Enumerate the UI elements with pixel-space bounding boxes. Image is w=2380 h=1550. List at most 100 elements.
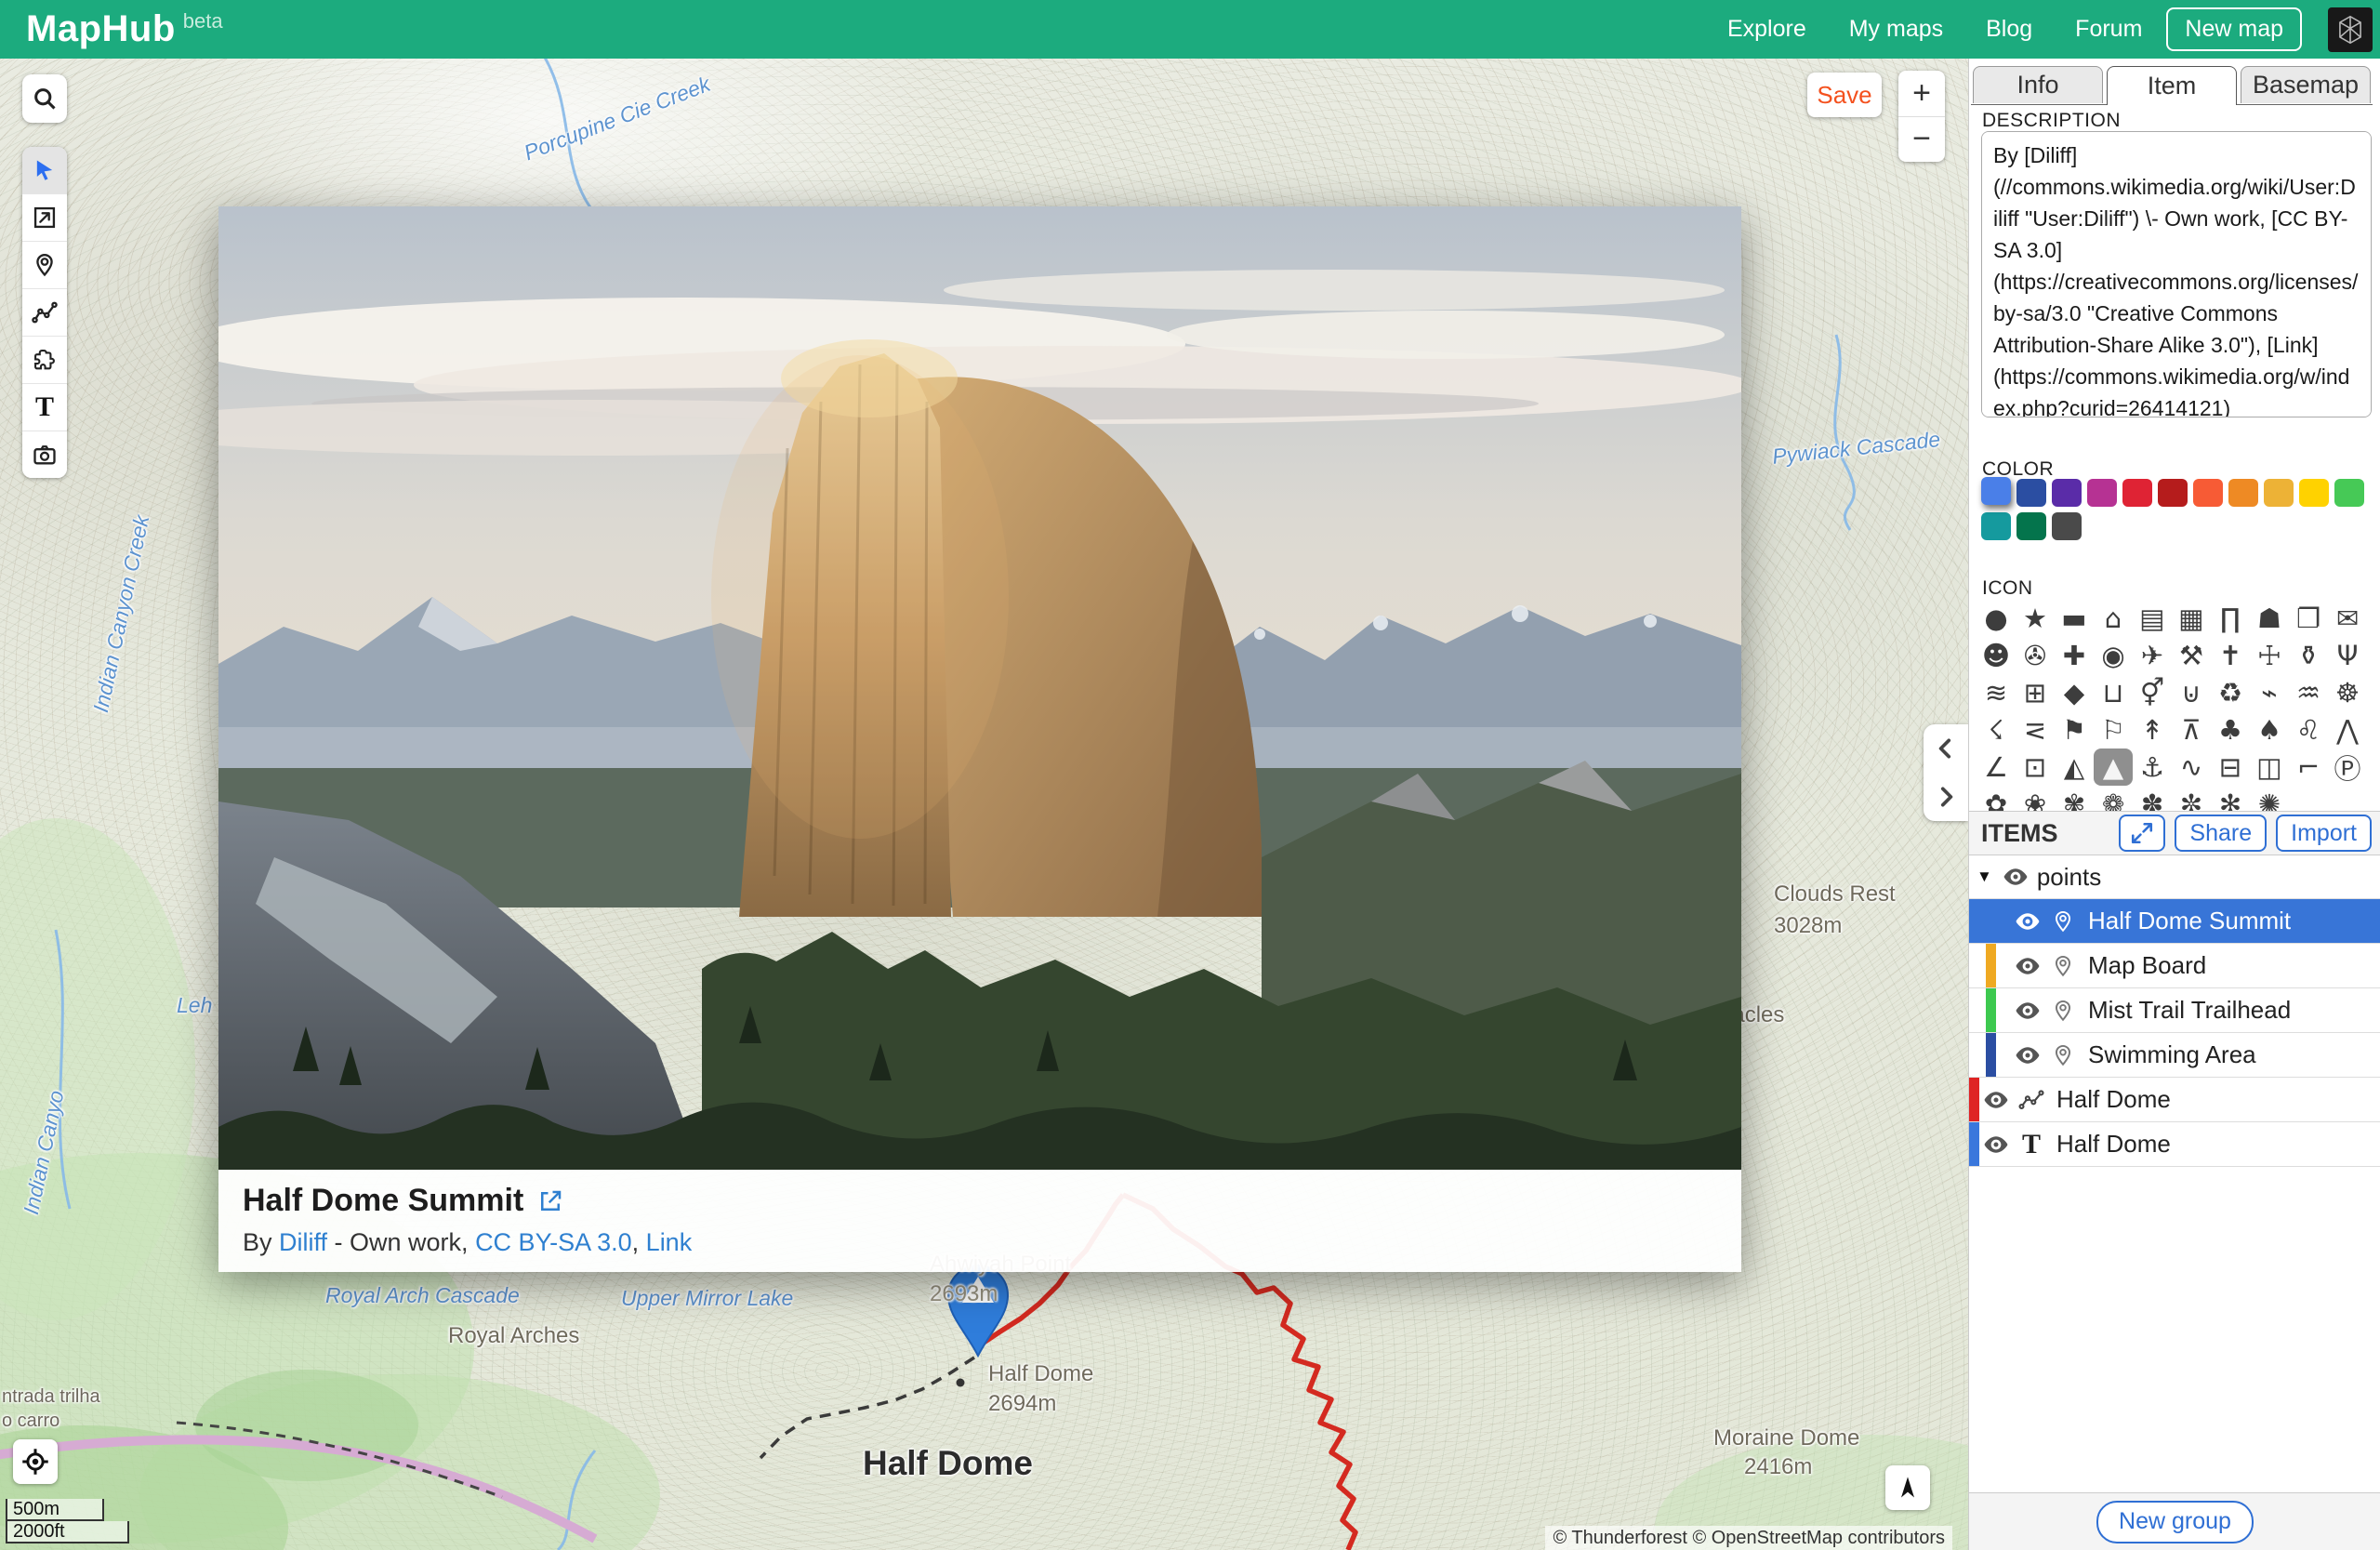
new-map-button[interactable]: New map xyxy=(2166,7,2302,51)
icon-swimming[interactable]: ♒ xyxy=(2289,674,2328,711)
item-row-half-dome-line[interactable]: Half Dome xyxy=(1969,1078,2380,1122)
collapse-right-button[interactable] xyxy=(1924,773,1968,821)
icon-zoo[interactable]: ♌ xyxy=(2289,711,2328,749)
icon-airport[interactable]: ✈ xyxy=(2133,637,2172,674)
app-logo[interactable]: MapHub xyxy=(26,8,176,50)
icon-home[interactable]: ⌂ xyxy=(2094,600,2133,637)
icon-hotel[interactable]: ▬ xyxy=(2055,600,2094,637)
visibility-eye-icon[interactable] xyxy=(2014,952,2042,980)
color-swatch-amber[interactable] xyxy=(2264,479,2294,507)
visibility-eye-icon[interactable] xyxy=(1982,1086,2010,1114)
color-swatch-orange[interactable] xyxy=(2228,479,2258,507)
color-swatch-purple[interactable] xyxy=(2052,479,2082,507)
icon-drinking-water[interactable]: ⊔ xyxy=(2094,674,2133,711)
tool-polygon[interactable] xyxy=(22,337,67,384)
icon-bank[interactable]: ∏ xyxy=(2211,600,2250,637)
color-swatch-navy[interactable] xyxy=(2016,479,2046,507)
icon-mountain[interactable]: ◭ xyxy=(2055,749,2094,786)
item-row-half-dome-text[interactable]: T Half Dome xyxy=(1969,1122,2380,1167)
tool-box-select[interactable] xyxy=(22,194,67,242)
photo-popup[interactable]: Half Dome Summit By Diliff - Own work, C… xyxy=(218,206,1741,1272)
icon-windsock[interactable]: ⚐ xyxy=(2094,711,2133,749)
new-group-button[interactable]: New group xyxy=(2096,1500,2254,1543)
half-dome-summit-marker[interactable] xyxy=(946,1265,1010,1358)
icon-fast-food[interactable]: ≋ xyxy=(1977,674,2016,711)
icon-golf[interactable]: ⚑ xyxy=(2055,711,2094,749)
icon-car[interactable]: ◫ xyxy=(2250,749,2289,786)
item-row-map-board-point[interactable]: Map Board xyxy=(1969,944,2380,988)
visibility-eye-icon[interactable] xyxy=(1982,1131,2010,1159)
author-link[interactable]: Diliff xyxy=(279,1228,327,1256)
icon-parking[interactable]: Ⓟ xyxy=(2328,749,2367,786)
zoom-out-button[interactable]: − xyxy=(1898,117,1945,163)
visibility-eye-icon[interactable] xyxy=(2014,907,2042,935)
tool-text[interactable]: T xyxy=(22,384,67,431)
icon-skiing[interactable]: ⋜ xyxy=(2016,711,2055,749)
geolocate-button[interactable] xyxy=(13,1439,58,1484)
icon-clipped-2[interactable]: ❀ xyxy=(2016,786,2055,811)
icon-star[interactable]: ★ xyxy=(2016,600,2055,637)
zoom-in-button[interactable]: + xyxy=(1898,71,1945,117)
nav-link-blog[interactable]: Blog xyxy=(1986,16,2032,43)
icon-hiking[interactable]: ↟ xyxy=(2133,711,2172,749)
color-swatch-red[interactable] xyxy=(2122,479,2152,507)
tab-basemap[interactable]: Basemap xyxy=(2241,66,2371,103)
user-avatar[interactable] xyxy=(2328,7,2373,52)
source-link[interactable]: Link xyxy=(646,1228,693,1256)
icon-clipped-6[interactable]: ✼ xyxy=(2172,786,2211,811)
icon-gift[interactable]: ⊟ xyxy=(2211,749,2250,786)
save-button[interactable]: Save xyxy=(1807,73,1882,117)
icon-tourism[interactable]: ☗ xyxy=(2250,600,2289,637)
icon-place-of-worship[interactable]: ☩ xyxy=(2250,637,2289,674)
map-canvas[interactable]: Porcupine Cie Creek Pywiack Cascade Clouds… xyxy=(0,59,1968,1550)
icon-mail[interactable]: ✉ xyxy=(2328,600,2367,637)
import-button[interactable]: Import xyxy=(2276,815,2372,852)
icon-fuel[interactable]: ⌐ xyxy=(2289,749,2328,786)
license-link[interactable]: CC BY-SA 3.0 xyxy=(475,1228,632,1256)
icon-clipped-5[interactable]: ✽ xyxy=(2133,786,2172,811)
icon-shopping-cart[interactable]: ⊞ xyxy=(2016,674,2055,711)
icon-bar[interactable]: ⚱ xyxy=(2289,637,2328,674)
icon-waste-basket[interactable]: ⊍ xyxy=(2172,674,2211,711)
icon-tree[interactable]: ♣ xyxy=(2211,711,2250,749)
item-row-mist-trail-trailhead-point[interactable]: Mist Trail Trailhead xyxy=(1969,988,2380,1033)
expand-items-button[interactable] xyxy=(2119,815,2166,852)
tool-photo[interactable] xyxy=(22,431,67,478)
color-swatch-green[interactable] xyxy=(2334,479,2364,507)
group-row-points[interactable]: ▼ points xyxy=(1969,855,2380,899)
icon-slipway[interactable]: ∠ xyxy=(1977,749,2016,786)
icon-clipped-7[interactable]: ✻ xyxy=(2211,786,2250,811)
icon-hospital[interactable]: ✚ xyxy=(2055,637,2094,674)
color-swatch-blue[interactable] xyxy=(1981,477,2011,505)
icon-clipped-8[interactable]: ✺ xyxy=(2250,786,2289,811)
visibility-eye-icon[interactable] xyxy=(2014,1041,2042,1069)
icon-restaurant[interactable]: Ψ xyxy=(2328,637,2367,674)
search-tool-button[interactable] xyxy=(22,74,67,123)
tool-pointer[interactable] xyxy=(22,147,67,194)
icon-water-drop[interactable]: ◆ xyxy=(2055,674,2094,711)
icon-photo[interactable]: ◉ xyxy=(2094,637,2133,674)
description-textarea[interactable]: By [Diliff] (//commons.wikimedia.org/wik… xyxy=(1981,131,2372,417)
icon-viewpoint[interactable]: ⚓ xyxy=(2133,749,2172,786)
visibility-eye-icon[interactable] xyxy=(2002,863,2030,891)
color-swatch-gray[interactable] xyxy=(2052,512,2082,540)
nav-link-my-maps[interactable]: My maps xyxy=(1849,16,1943,43)
icon-point[interactable]: ● xyxy=(1977,600,2016,637)
color-swatch-dark-green[interactable] xyxy=(2016,512,2046,540)
icon-building[interactable]: ▤ xyxy=(2133,600,2172,637)
color-swatch-orange-red[interactable] xyxy=(2193,479,2223,507)
icon-cable-car[interactable]: ⊡ xyxy=(2016,749,2055,786)
tool-marker[interactable] xyxy=(22,242,67,289)
icon-recycling[interactable]: ♻ xyxy=(2211,674,2250,711)
icon-clipped-1[interactable]: ✿ xyxy=(1977,786,2016,811)
group-collapse-triangle[interactable]: ▼ xyxy=(1977,868,1992,886)
icon-conifer[interactable]: ♠ xyxy=(2250,711,2289,749)
icon-clipped-3[interactable]: ✾ xyxy=(2055,786,2094,811)
share-button[interactable]: Share xyxy=(2175,815,2268,852)
icon-summit[interactable]: ▲ xyxy=(2094,749,2133,786)
tab-info[interactable]: Info xyxy=(1973,66,2103,103)
icon-camping[interactable]: ⋀ xyxy=(2328,711,2367,749)
item-row-half-dome-summit-point[interactable]: Half Dome Summit xyxy=(1969,899,2380,944)
collapse-left-button[interactable] xyxy=(1924,724,1968,773)
tool-line[interactable] xyxy=(22,289,67,337)
